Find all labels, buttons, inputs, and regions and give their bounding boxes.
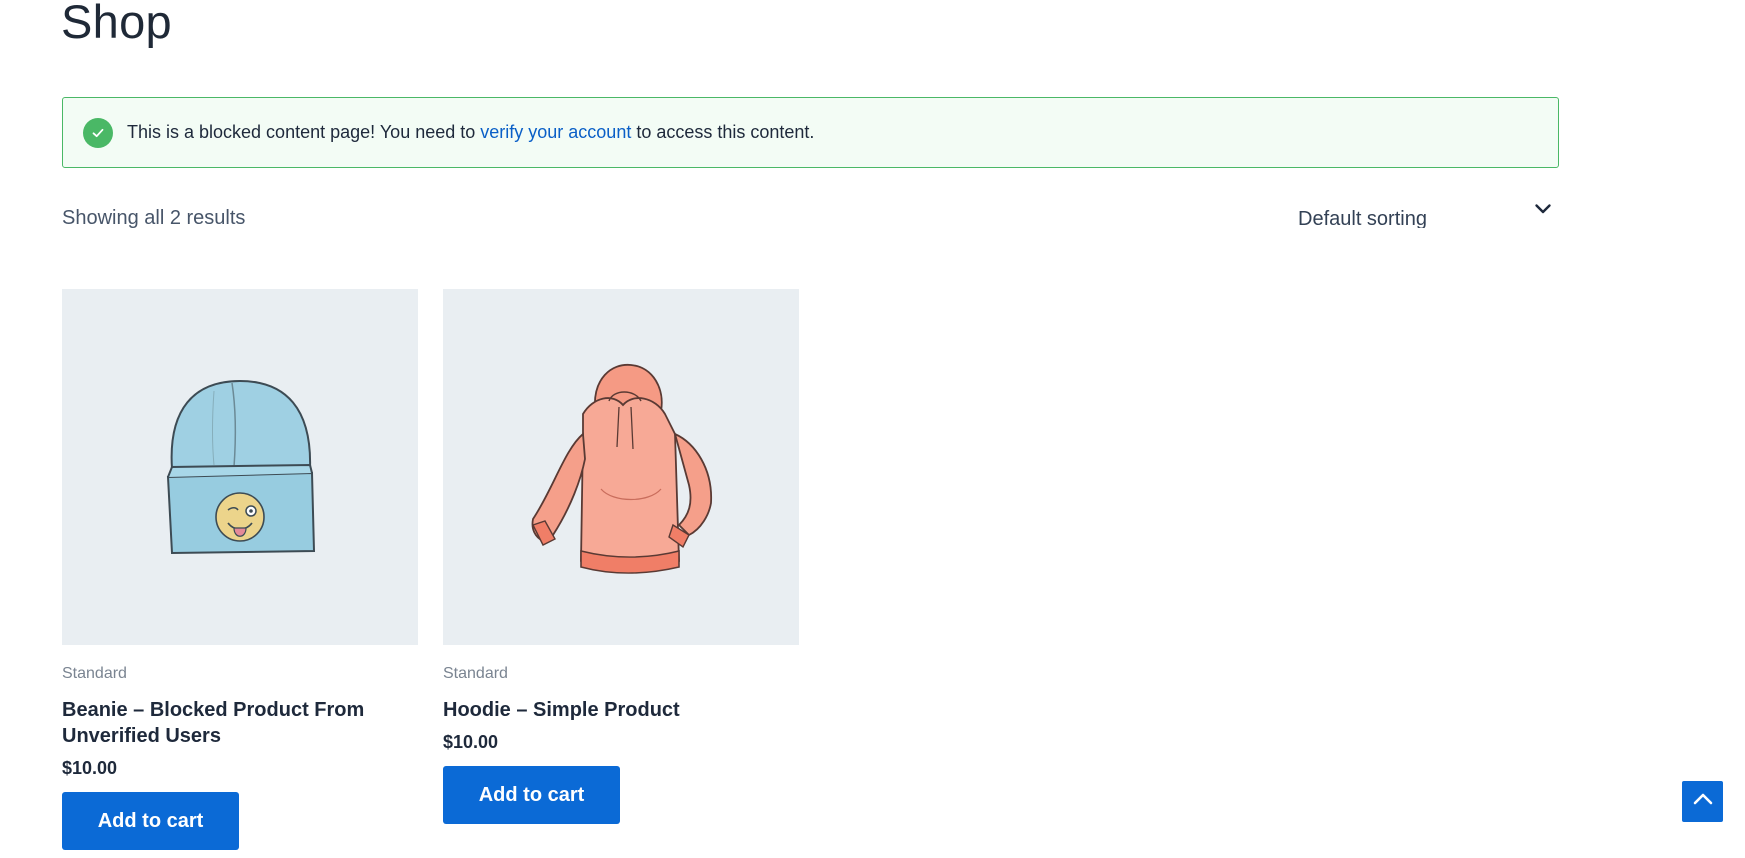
verify-account-link[interactable]: verify your account: [480, 122, 631, 142]
product-category: Standard: [443, 665, 508, 682]
product-card: Standard Beanie – Blocked Product From U…: [62, 289, 418, 850]
scroll-to-top-button[interactable]: [1682, 781, 1723, 822]
chevron-down-icon: [1534, 202, 1552, 221]
chevron-up-icon: [1692, 791, 1714, 812]
hoodie-image[interactable]: [443, 289, 799, 645]
product-card: Standard Hoodie – Simple Product $10.00 …: [443, 289, 799, 824]
page-title: Shop: [61, 0, 172, 48]
check-circle-icon: [83, 117, 113, 148]
product-title[interactable]: Beanie – Blocked Product From Unverified…: [62, 697, 418, 749]
sort-select[interactable]: Default sorting: [1290, 198, 1562, 228]
info-notice: This is a blocked content page! You need…: [62, 97, 1559, 168]
notice-message: This is a blocked content page! You need…: [127, 122, 814, 143]
notice-text-before: This is a blocked content page! You need…: [127, 122, 481, 142]
add-to-cart-button[interactable]: Add to cart: [443, 766, 620, 824]
beanie-image[interactable]: [62, 289, 418, 645]
product-price: $10.00: [443, 732, 499, 752]
product-title[interactable]: Hoodie – Simple Product: [443, 697, 799, 723]
sort-selected-value: Default sorting: [1298, 208, 1427, 228]
notice-text-after: to access this content.: [631, 122, 815, 142]
result-count: Showing all 2 results: [62, 207, 246, 229]
product-price: $10.00: [62, 758, 118, 778]
add-to-cart-button[interactable]: Add to cart: [62, 792, 239, 850]
product-category: Standard: [62, 665, 127, 682]
